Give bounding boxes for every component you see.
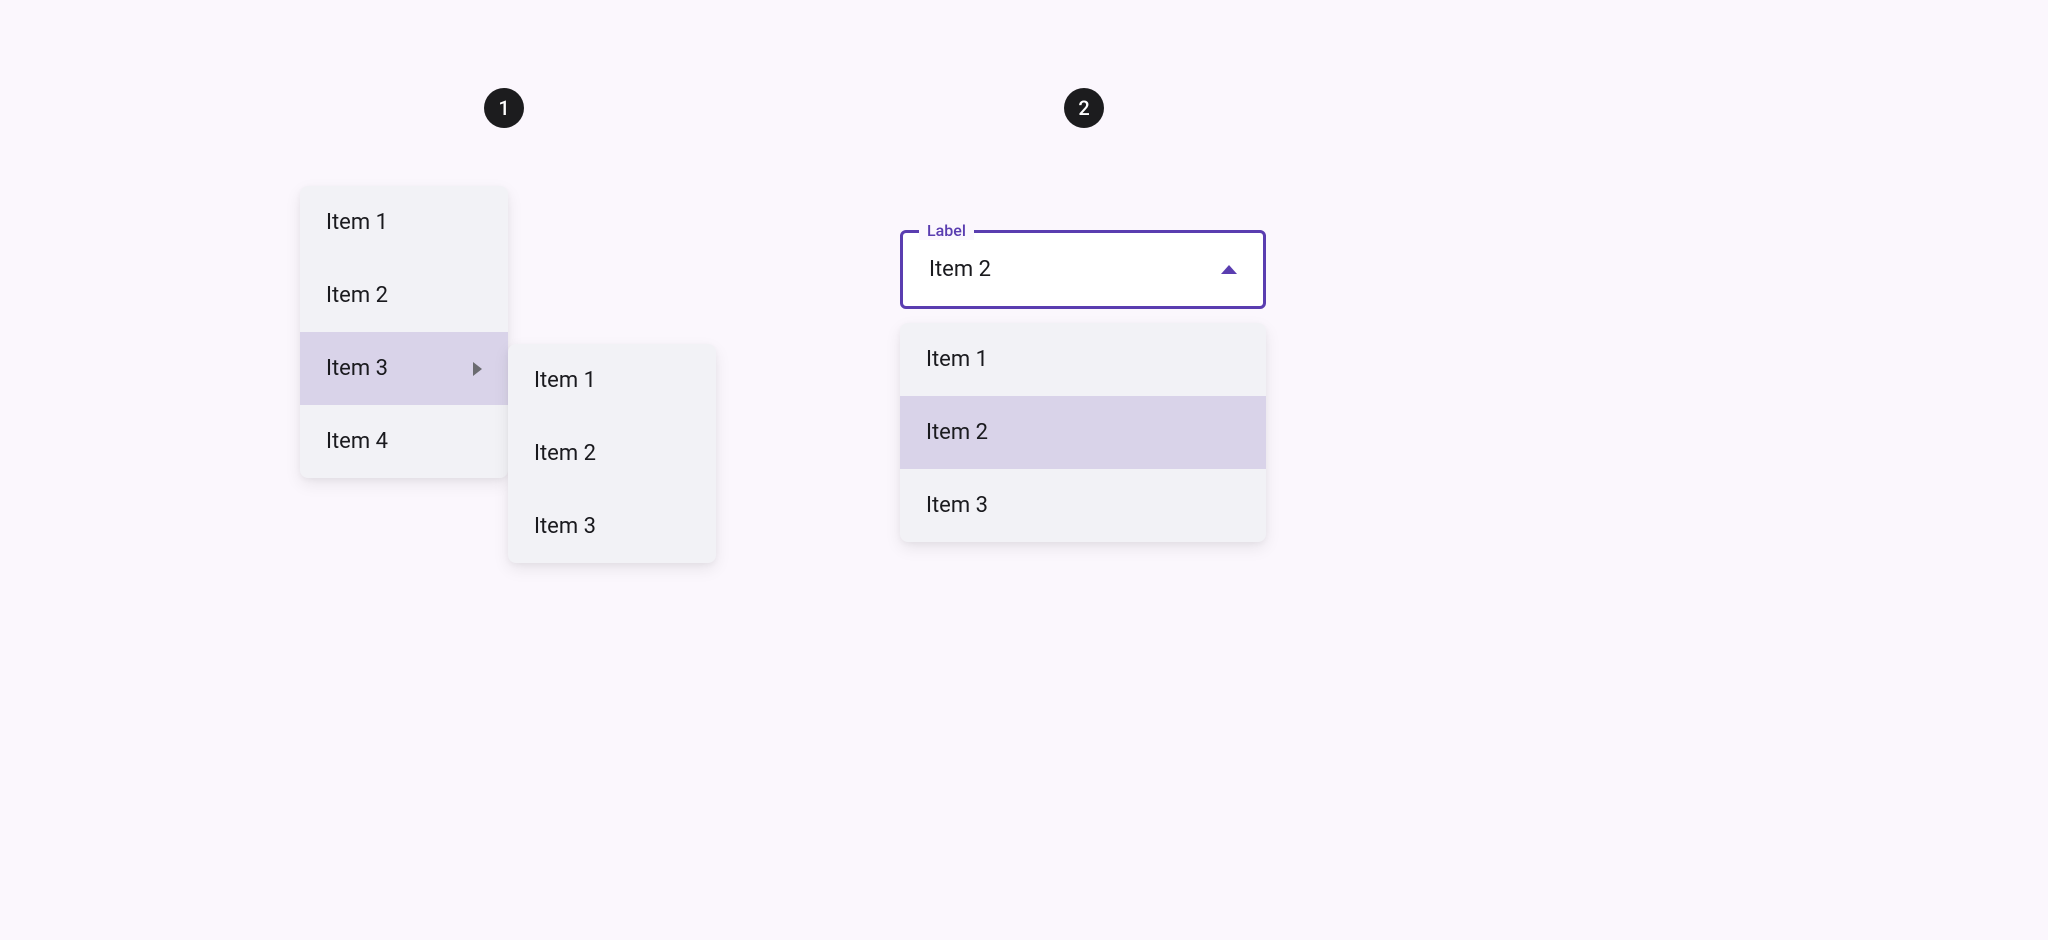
dropdown-option-label: Item 1 (926, 347, 988, 372)
dropdown-option-label: Item 2 (926, 420, 988, 445)
menu-item-4[interactable]: Item 4 (300, 405, 508, 478)
menu-item-label: Item 4 (326, 429, 388, 454)
main-menu: Item 1 Item 2 Item 3 Item 4 (300, 186, 508, 478)
badge-number: 1 (498, 96, 509, 120)
select-dropdown-list: Item 1 Item 2 Item 3 (900, 323, 1266, 542)
dropdown-option-3[interactable]: Item 3 (900, 469, 1266, 542)
submenu-item-label: Item 2 (534, 441, 596, 466)
submenu-item-2[interactable]: Item 2 (508, 417, 716, 490)
menu-item-2[interactable]: Item 2 (300, 259, 508, 332)
badge-number: 2 (1078, 96, 1089, 120)
select-value: Item 2 (929, 257, 991, 282)
dropdown-option-label: Item 3 (926, 493, 988, 518)
select-input[interactable]: Label Item 2 (900, 230, 1266, 309)
menu-item-1[interactable]: Item 1 (300, 186, 508, 259)
submenu-item-1[interactable]: Item 1 (508, 344, 716, 417)
menu-item-label: Item 2 (326, 283, 388, 308)
submenu: Item 1 Item 2 Item 3 (508, 344, 716, 563)
submenu-item-label: Item 3 (534, 514, 596, 539)
select-dropdown-example: Label Item 2 Item 1 Item 2 Item 3 (900, 230, 1266, 542)
caret-up-icon (1221, 265, 1237, 274)
cascading-menu-example: Item 1 Item 2 Item 3 Item 4 Item 1 Item … (300, 186, 508, 478)
menu-item-label: Item 3 (326, 356, 388, 381)
menu-item-label: Item 1 (326, 210, 388, 235)
caret-right-icon (473, 362, 482, 376)
dropdown-option-2[interactable]: Item 2 (900, 396, 1266, 469)
menu-item-3[interactable]: Item 3 (300, 332, 508, 405)
dropdown-option-1[interactable]: Item 1 (900, 323, 1266, 396)
submenu-item-label: Item 1 (534, 368, 596, 393)
example-badge-1: 1 (484, 88, 524, 128)
select-field-label: Label (919, 221, 974, 240)
example-badge-2: 2 (1064, 88, 1104, 128)
submenu-item-3[interactable]: Item 3 (508, 490, 716, 563)
